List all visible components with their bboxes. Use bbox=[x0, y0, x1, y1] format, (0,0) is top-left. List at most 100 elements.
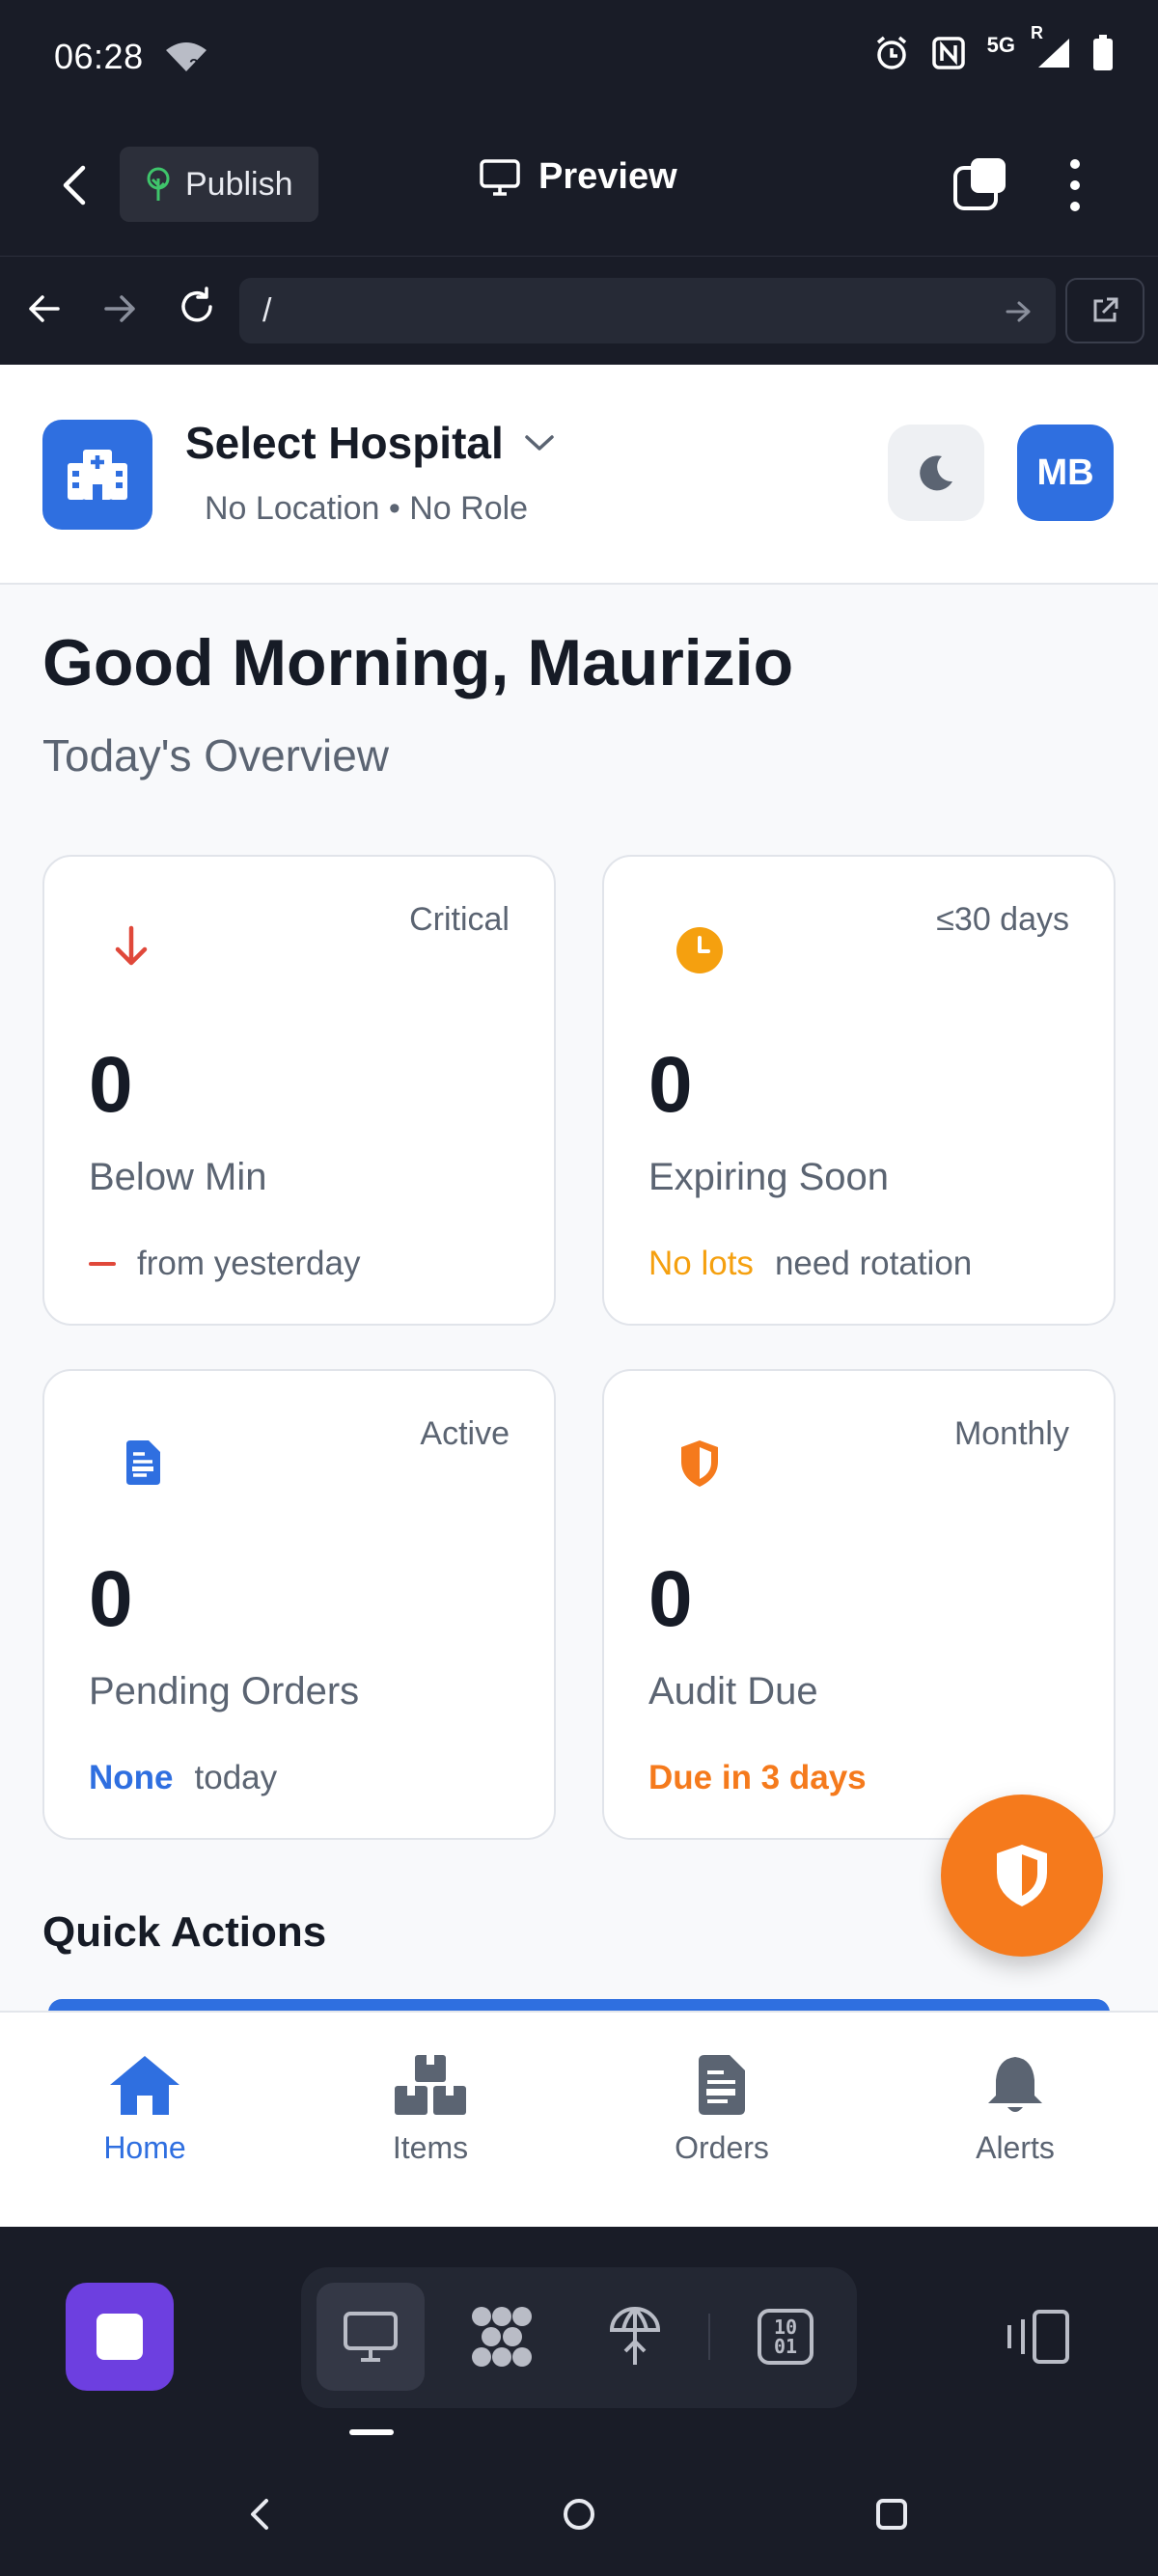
card-footer-text: need rotation bbox=[774, 1245, 973, 1282]
avatar[interactable]: MB bbox=[1017, 425, 1114, 521]
card-tag: ≤30 days bbox=[936, 901, 1069, 938]
wifi-icon: ? bbox=[164, 41, 208, 73]
hospital-name: Select Hospital bbox=[185, 418, 504, 468]
binary-top: 10 bbox=[773, 2316, 798, 2339]
nav-label: Orders bbox=[675, 2130, 769, 2165]
binary-bottom: 01 bbox=[773, 2335, 798, 2358]
deploy-icon bbox=[606, 2305, 664, 2369]
chevron-down-icon bbox=[523, 432, 556, 453]
card-footer-emphasis: None bbox=[89, 1759, 174, 1796]
boxes-icon bbox=[393, 2053, 468, 2117]
card-footer-text: from yesterday bbox=[137, 1245, 361, 1282]
monitor-icon bbox=[342, 2310, 400, 2364]
card-footer: Due in 3 days bbox=[648, 1759, 867, 1797]
roaming-label: R bbox=[1031, 23, 1043, 42]
app-launcher-button[interactable] bbox=[66, 2283, 174, 2391]
quick-actions-title: Quick Actions bbox=[42, 1908, 327, 1956]
dock-deploy-button[interactable] bbox=[581, 2283, 689, 2391]
card-value: 0 bbox=[648, 1041, 693, 1129]
square-icon bbox=[96, 2314, 143, 2360]
card-label: Below Min bbox=[89, 1156, 267, 1198]
alarm-icon bbox=[873, 35, 910, 71]
battery-icon bbox=[1092, 35, 1114, 71]
reload-icon[interactable] bbox=[176, 286, 218, 328]
overview-subtitle: Today's Overview bbox=[42, 730, 390, 781]
arrow-right-icon[interactable] bbox=[100, 289, 139, 328]
theme-toggle-button[interactable] bbox=[888, 425, 984, 521]
browser-url-bar: / bbox=[0, 257, 1158, 365]
url-input[interactable]: / bbox=[239, 278, 1056, 343]
url-text: / bbox=[262, 292, 272, 329]
app-header: Select Hospital No Location • No Role MB bbox=[0, 365, 1158, 585]
bell-icon bbox=[984, 2053, 1046, 2117]
moon-icon bbox=[916, 452, 956, 493]
binary-icon: 10 01 bbox=[758, 2309, 813, 2365]
card-footer: None today bbox=[89, 1759, 277, 1797]
dock-preview-button[interactable] bbox=[317, 2283, 425, 2391]
nav-alerts[interactable]: Alerts bbox=[870, 2013, 1158, 2227]
expiring-soon-card[interactable]: ≤30 days 0 Expiring Soon No lots need ro… bbox=[602, 855, 1116, 1326]
nav-label: Alerts bbox=[976, 2130, 1055, 2165]
svg-text:?: ? bbox=[189, 57, 199, 73]
document-icon bbox=[695, 2053, 749, 2117]
dock-binary-button[interactable]: 10 01 bbox=[731, 2283, 840, 2391]
external-link-icon bbox=[1089, 295, 1120, 326]
signal-icon: R bbox=[1031, 23, 1071, 69]
home-icon bbox=[107, 2053, 182, 2117]
nav-orders[interactable]: Orders bbox=[577, 2013, 867, 2227]
monitor-icon bbox=[479, 158, 521, 197]
card-value: 0 bbox=[648, 1555, 693, 1643]
arrow-left-icon[interactable] bbox=[25, 289, 64, 328]
card-footer-emphasis: Due in 3 days bbox=[648, 1759, 867, 1796]
below-min-card[interactable]: Critical 0 Below Min from yesterday bbox=[42, 855, 556, 1326]
greeting-heading: Good Morning, Maurizio bbox=[42, 626, 794, 699]
preview-label: Preview bbox=[538, 156, 677, 197]
dock-separator bbox=[708, 2314, 710, 2360]
preview-toggle[interactable]: Preview bbox=[479, 156, 677, 198]
dash-icon bbox=[89, 1262, 116, 1266]
card-tag: Critical bbox=[409, 901, 510, 938]
system-recents-icon[interactable] bbox=[872, 2495, 911, 2534]
nav-label: Items bbox=[392, 2130, 469, 2165]
device-frame-icon[interactable] bbox=[1006, 2310, 1071, 2364]
network-label: 5G bbox=[986, 33, 1015, 57]
nav-items[interactable]: Items bbox=[286, 2013, 575, 2227]
copy-icon[interactable] bbox=[951, 156, 1009, 214]
system-home-icon[interactable] bbox=[560, 2495, 598, 2534]
shield-icon bbox=[677, 1439, 722, 1489]
more-menu-icon[interactable] bbox=[1060, 156, 1090, 214]
document-icon bbox=[124, 1439, 162, 1487]
shield-icon bbox=[991, 1841, 1053, 1910]
hospital-selector[interactable]: Select Hospital bbox=[185, 417, 556, 469]
pending-orders-card[interactable]: Active 0 Pending Orders None today bbox=[42, 1369, 556, 1840]
dock-workflow-button[interactable] bbox=[448, 2283, 556, 2391]
audit-fab-button[interactable] bbox=[941, 1795, 1103, 1957]
card-footer-text: today bbox=[194, 1759, 278, 1796]
go-arrow-icon[interactable] bbox=[1004, 297, 1033, 326]
publish-label: Publish bbox=[185, 165, 293, 203]
card-label: Expiring Soon bbox=[648, 1156, 890, 1198]
audit-due-card[interactable]: Monthly 0 Audit Due Due in 3 days bbox=[602, 1369, 1116, 1840]
bottom-nav: Home Items Orders Alerts bbox=[0, 2011, 1158, 2227]
arrow-down-icon bbox=[110, 924, 152, 969]
card-tag: Active bbox=[420, 1415, 510, 1452]
open-external-button[interactable] bbox=[1065, 278, 1144, 343]
system-back-icon[interactable] bbox=[243, 2495, 278, 2534]
system-dock: 10 01 bbox=[0, 2227, 1158, 2576]
publish-button[interactable]: Publish bbox=[120, 147, 318, 222]
dock-mode-group: 10 01 bbox=[301, 2267, 857, 2408]
card-value: 0 bbox=[89, 1555, 133, 1643]
hospital-logo bbox=[42, 420, 152, 530]
nav-label: Home bbox=[103, 2130, 186, 2165]
location-role-text: No Location • No Role bbox=[205, 490, 529, 527]
card-tag: Monthly bbox=[953, 1415, 1069, 1452]
tree-icon bbox=[143, 166, 174, 203]
status-time: 06:28 bbox=[54, 37, 144, 76]
nav-home[interactable]: Home bbox=[0, 2013, 290, 2227]
card-footer: No lots need rotation bbox=[648, 1245, 972, 1283]
cluster-icon bbox=[468, 2305, 536, 2369]
hospital-icon bbox=[66, 448, 129, 502]
card-value: 0 bbox=[89, 1041, 133, 1129]
card-label: Pending Orders bbox=[89, 1670, 360, 1713]
back-chevron-icon[interactable] bbox=[56, 162, 95, 208]
